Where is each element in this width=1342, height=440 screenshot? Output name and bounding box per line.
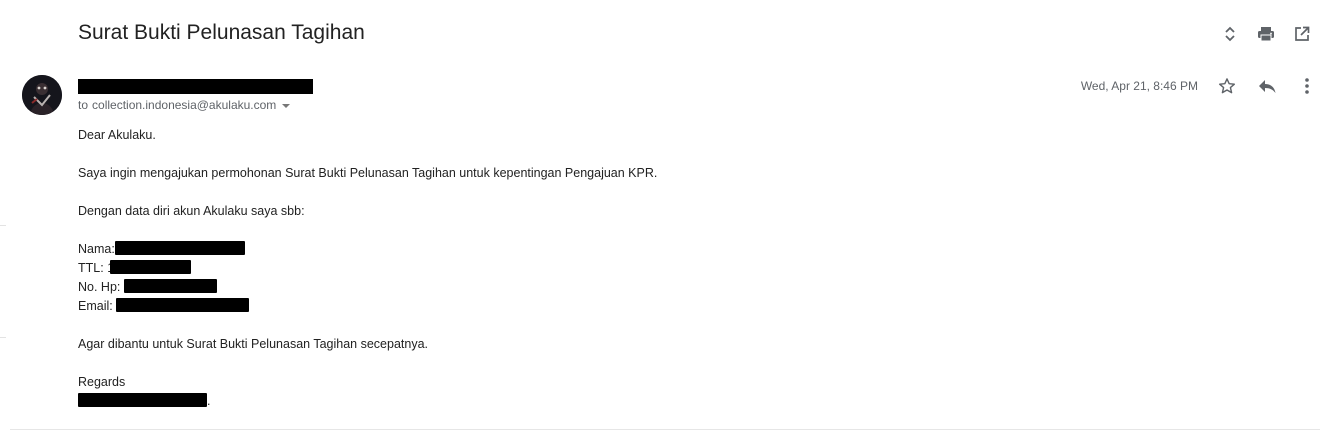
- signature-suffix: .: [207, 394, 211, 408]
- message-body: Dear Akulaku. Saya ingin mengajukan perm…: [78, 126, 657, 411]
- redacted-signature: [78, 393, 207, 407]
- star-icon[interactable]: [1207, 74, 1247, 98]
- recipient-line: to collection.indonesia@akulaku.com: [78, 98, 291, 112]
- open-in-new-window-icon[interactable]: [1284, 22, 1320, 46]
- reply-icon[interactable]: [1247, 74, 1287, 98]
- divider: [0, 225, 6, 226]
- field-email-line: Email:: [78, 297, 657, 316]
- email-view: Surat Bukti Pelunasan Tagihan to collect…: [0, 0, 1342, 440]
- message-actions: [1207, 74, 1327, 98]
- closing: Regards: [78, 375, 126, 389]
- divider: [0, 337, 6, 338]
- paragraph-data-intro: Dengan data diri akun Akulaku saya sbb:: [78, 204, 305, 218]
- recipient-details-dropdown-icon[interactable]: [282, 104, 291, 108]
- field-email-label: Email:: [78, 299, 113, 313]
- paragraph-request: Saya ingin mengajukan permohonan Surat B…: [78, 166, 658, 180]
- signature-line: .: [78, 392, 657, 411]
- field-name-label: Nama:: [78, 242, 115, 256]
- divider: [10, 429, 1320, 430]
- field-ttl-line: TTL: 1: [78, 259, 657, 278]
- recipient-prefix: to: [78, 98, 89, 112]
- recipient-address: collection.indonesia@akulaku.com: [92, 98, 277, 112]
- field-phone-line: No. Hp:: [78, 278, 657, 297]
- redacted-phone: [123, 279, 217, 293]
- thread-actions: [1212, 22, 1320, 46]
- paragraph-closing-request: Agar dibantu untuk Surat Bukti Pelunasan…: [78, 337, 429, 351]
- field-phone-label: No. Hp:: [78, 280, 121, 294]
- greeting: Dear Akulaku.: [78, 128, 156, 142]
- more-vert-icon[interactable]: [1287, 74, 1327, 98]
- redacted-ttl: [110, 260, 192, 274]
- message-date: Wed, Apr 21, 8:46 PM: [1080, 79, 1198, 93]
- sender-name: [78, 79, 313, 94]
- print-icon[interactable]: [1248, 22, 1284, 46]
- redacted-email: [116, 298, 250, 312]
- field-name-line: Nama:: [78, 240, 657, 259]
- expand-collapse-icon[interactable]: [1212, 22, 1248, 46]
- email-subject: Surat Bukti Pelunasan Tagihan: [78, 21, 365, 44]
- avatar[interactable]: [22, 75, 62, 115]
- redacted-name: [114, 241, 245, 255]
- field-ttl-label: TTL:: [78, 261, 104, 275]
